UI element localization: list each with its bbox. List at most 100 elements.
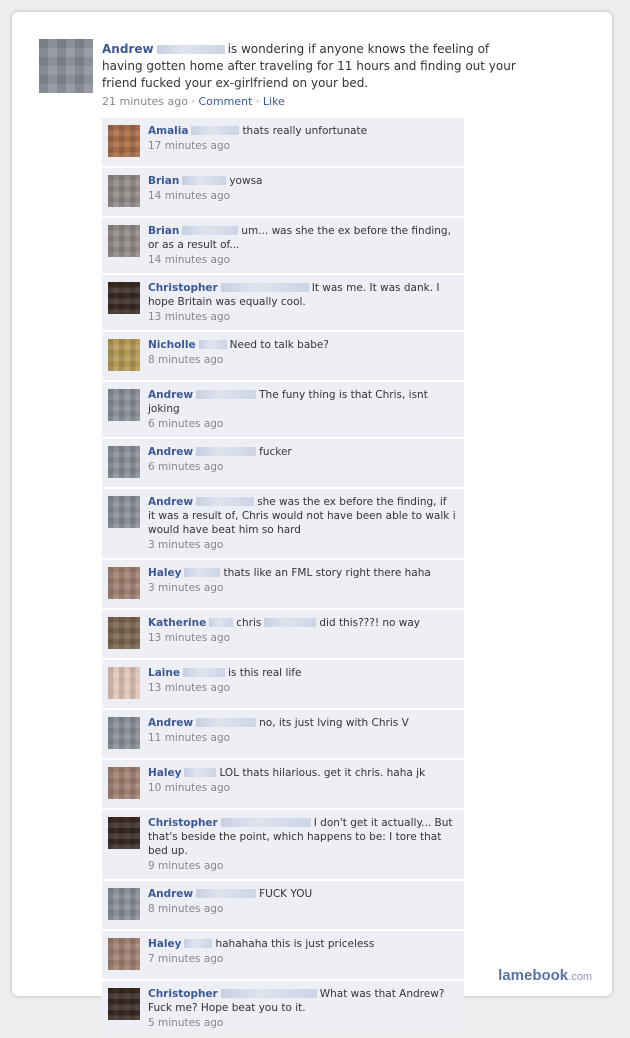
comment-item: Andrew FUCK YOU 8 minutes ago: [102, 881, 464, 929]
commenter-avatar[interactable]: [108, 339, 140, 371]
comment-item: Nicholle Need to talk babe? 8 minutes ago: [102, 332, 464, 380]
comment-time: 10 minutes ago: [148, 782, 231, 794]
comment-item: Andrew fucker 6 minutes ago: [102, 439, 464, 487]
comment-text: thats really unfortunate: [242, 125, 368, 137]
commenter-avatar[interactable]: [108, 389, 140, 421]
comment-item: Christopher It was me. It was dank. I hop…: [102, 275, 464, 330]
commenter-name[interactable]: Laine: [148, 667, 180, 679]
comment-text: she was the ex before the finding, if it…: [148, 496, 456, 536]
commenter-avatar[interactable]: [108, 225, 140, 257]
commenter-avatar[interactable]: [108, 446, 140, 478]
comment-time: 14 minutes ago: [148, 190, 231, 202]
commenter-name[interactable]: Andrew: [148, 389, 193, 401]
commenter-avatar[interactable]: [108, 667, 140, 699]
redacted-surname: [196, 889, 257, 898]
commenter-avatar[interactable]: [108, 888, 140, 920]
commenter-name[interactable]: Christopher: [148, 282, 218, 294]
commenter-name[interactable]: Haley: [148, 767, 181, 779]
comment-item: Amalia thats really unfortunate 17 minutes…: [102, 118, 464, 166]
comment-body: Amalia thats really unfortunate 17 minutes…: [148, 124, 456, 153]
commenter-name[interactable]: Andrew: [148, 496, 193, 508]
redacted-surname: [196, 718, 257, 727]
redacted-surname: [182, 226, 239, 235]
comment-time: 13 minutes ago: [148, 311, 231, 323]
comment-body: Andrew no, its just lving with Chris V 11 …: [148, 716, 456, 745]
commenter-avatar[interactable]: [108, 282, 140, 314]
comment-body: Haley hahahaha this is just priceless 7 mi…: [148, 937, 456, 966]
redacted-surname: [196, 497, 255, 506]
comment-body: Katherine chris did this???! no way 13 minu…: [148, 616, 456, 645]
comment-body: Laine is this real life 13 minutes ago: [148, 666, 456, 695]
comment-text: LOL thats hilarious. get it chris. haha …: [219, 767, 426, 779]
commenter-avatar[interactable]: [108, 617, 140, 649]
redacted-surname: [220, 989, 317, 998]
comment-item: Haley hahahaha this is just priceless 7 mi…: [102, 931, 464, 979]
commenter-name[interactable]: Brian: [148, 175, 179, 187]
commenter-name[interactable]: Christopher: [148, 817, 218, 829]
comment-time: 11 minutes ago: [148, 732, 231, 744]
commenter-name[interactable]: Brian: [148, 225, 179, 237]
commenter-avatar[interactable]: [108, 125, 140, 157]
comment-body: Andrew she was the ex before the finding,…: [148, 495, 456, 552]
redacted-surname: [196, 447, 257, 456]
meta-separator: ·: [255, 95, 260, 108]
post-body: Andrew is wondering if anyone knows the f…: [102, 41, 522, 92]
commenter-avatar[interactable]: [108, 496, 140, 528]
post-author-avatar[interactable]: [39, 39, 93, 93]
commenter-name[interactable]: Andrew: [148, 446, 193, 458]
comment-mention: chris: [236, 617, 262, 629]
comment-time: 5 minutes ago: [148, 1017, 224, 1029]
comment-time: 13 minutes ago: [148, 682, 231, 694]
commenter-avatar[interactable]: [108, 567, 140, 599]
comment-body: Andrew fucker 6 minutes ago: [148, 445, 456, 474]
redacted-surname: [184, 768, 217, 777]
commenter-name[interactable]: Nicholle: [148, 339, 196, 351]
redacted-surname: [156, 45, 225, 54]
brand-main: lamebook: [498, 967, 569, 984]
comment-body: Christopher It was me. It was dank. I hop…: [148, 281, 456, 324]
comment-link[interactable]: Comment: [198, 95, 252, 108]
redacted-surname: [191, 126, 240, 135]
comment-time: 8 minutes ago: [148, 354, 224, 366]
comment-body: Haley LOL thats hilarious. get it chris. …: [148, 766, 456, 795]
commenter-avatar[interactable]: [108, 817, 140, 849]
comment-time: 9 minutes ago: [148, 860, 224, 872]
commenter-name[interactable]: Christopher: [148, 988, 218, 1000]
commenter-name[interactable]: Andrew: [148, 717, 193, 729]
redacted-surname: [184, 939, 213, 948]
like-link[interactable]: Like: [263, 95, 285, 108]
comment-body: Brian yowsa 14 minutes ago: [148, 174, 456, 203]
story-card: Andrew is wondering if anyone knows the f…: [12, 12, 612, 1036]
commenter-avatar[interactable]: [108, 175, 140, 207]
comment-item: Christopher What was that Andrew? Fuck me…: [102, 981, 464, 1036]
brand-suffix: .com: [568, 971, 592, 983]
redacted-surname: [182, 176, 227, 185]
comment-body: Brian um... was she the ex before the fin…: [148, 224, 456, 267]
post-author-name[interactable]: Andrew: [102, 42, 154, 56]
commenter-avatar[interactable]: [108, 717, 140, 749]
post-time: 21 minutes ago: [102, 95, 188, 108]
commenter-avatar[interactable]: [108, 767, 140, 799]
commenter-name[interactable]: Katherine: [148, 617, 206, 629]
redacted-surname: [264, 618, 317, 627]
comment-text: yowsa: [229, 175, 263, 187]
comment-item: Laine is this real life 13 minutes ago: [102, 660, 464, 708]
comment-body: Nicholle Need to talk babe? 8 minutes ago: [148, 338, 456, 367]
comment-text: fucker: [259, 446, 292, 458]
commenter-name[interactable]: Andrew: [148, 888, 193, 900]
comment-time: 6 minutes ago: [148, 461, 224, 473]
commenter-name[interactable]: Amalia: [148, 125, 188, 137]
commenter-name[interactable]: Haley: [148, 938, 181, 950]
comment-time: 17 minutes ago: [148, 140, 231, 152]
commenter-avatar[interactable]: [108, 988, 140, 1020]
comment-time: 7 minutes ago: [148, 953, 224, 965]
redacted-surname: [196, 390, 257, 399]
comment-time: 3 minutes ago: [148, 539, 224, 551]
comment-time: 13 minutes ago: [148, 632, 231, 644]
comment-body: Andrew The funy thing is that Chris, isnt…: [148, 388, 456, 431]
comment-text: hahahaha this is just priceless: [215, 938, 375, 950]
redacted-surname: [220, 283, 309, 292]
comment-text: is this real life: [227, 667, 302, 679]
commenter-avatar[interactable]: [108, 938, 140, 970]
commenter-name[interactable]: Haley: [148, 567, 181, 579]
